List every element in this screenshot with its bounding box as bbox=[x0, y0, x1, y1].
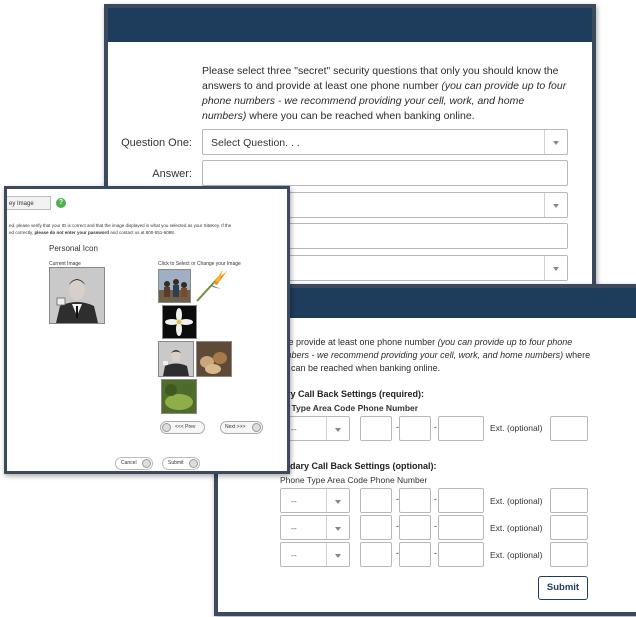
ext-label: Ext. (optional) bbox=[490, 550, 543, 560]
area-code-input[interactable] bbox=[360, 515, 392, 540]
white-flower-image bbox=[163, 306, 196, 338]
next-label: Next >>> bbox=[225, 424, 246, 430]
chevron-down-icon bbox=[335, 427, 341, 432]
secondary-callback-heading: condary Call Back Settings (optional): bbox=[274, 461, 437, 471]
dropdown-button[interactable] bbox=[326, 543, 349, 566]
question-one-value: Select Question. . . bbox=[211, 137, 300, 149]
question-one-label: Question One: bbox=[121, 137, 192, 149]
next-button[interactable]: Next >>> bbox=[220, 421, 263, 434]
sitekey-verification-note: ed, please verify that your ID is correc… bbox=[9, 223, 232, 235]
dropdown-button[interactable] bbox=[326, 417, 349, 440]
cancel-button[interactable]: Cancel bbox=[115, 457, 153, 470]
sitekey-option-image[interactable] bbox=[162, 305, 197, 339]
primary-column-headers: one Type Area Code Phone Number bbox=[274, 403, 419, 413]
check-icon bbox=[189, 459, 198, 468]
chevron-down-icon bbox=[335, 526, 341, 531]
phone-line-input[interactable] bbox=[438, 542, 484, 567]
ext-input[interactable] bbox=[550, 542, 588, 567]
security-questions-intro: Please select three "secret" security qu… bbox=[202, 65, 567, 122]
phone-prefix-input[interactable] bbox=[399, 488, 431, 513]
primary-phone-line-input[interactable] bbox=[438, 416, 484, 441]
sitekey-option-image[interactable] bbox=[196, 341, 232, 377]
close-icon bbox=[142, 459, 151, 468]
phone-prefix-input[interactable] bbox=[399, 515, 431, 540]
answer-label: Answer: bbox=[152, 168, 192, 180]
window-header-bar bbox=[108, 8, 592, 42]
dropdown-button[interactable] bbox=[326, 489, 349, 512]
area-code-input[interactable] bbox=[360, 488, 392, 513]
arrow-left-icon bbox=[162, 423, 171, 432]
current-sitekey-image bbox=[49, 267, 105, 324]
phone-type-value: -- bbox=[291, 424, 297, 434]
primary-phone-prefix-input[interactable] bbox=[399, 416, 431, 441]
secondary-phone-type-select[interactable]: -- bbox=[280, 542, 350, 567]
garden-image bbox=[162, 380, 196, 413]
chevron-down-icon bbox=[335, 553, 341, 558]
ext-label: Ext. (optional) bbox=[490, 496, 543, 506]
primary-area-code-input[interactable] bbox=[360, 416, 392, 441]
submit-button[interactable]: Submit bbox=[538, 576, 588, 600]
dropdown-button[interactable] bbox=[326, 516, 349, 539]
people-image bbox=[159, 270, 190, 302]
chevron-down-icon bbox=[553, 141, 559, 145]
dash-separator: - bbox=[434, 422, 437, 432]
question-one-select[interactable]: Select Question. . . bbox=[202, 129, 568, 155]
sitekey-image-window: ey Image ? ed, please verify that your I… bbox=[4, 186, 290, 474]
phone-type-value: -- bbox=[291, 496, 297, 506]
dropdown-button[interactable] bbox=[544, 256, 567, 280]
ext-input[interactable] bbox=[550, 488, 588, 513]
ext-label: Ext. (optional) bbox=[490, 423, 543, 433]
ext-input[interactable] bbox=[550, 515, 588, 540]
sitekey-submit-button[interactable]: Submit bbox=[162, 457, 200, 470]
chevron-down-icon bbox=[335, 499, 341, 504]
callback-intro: ease provide at least one phone number (… bbox=[274, 337, 591, 373]
prev-button[interactable]: <<< Prev bbox=[160, 421, 205, 434]
cancel-label: Cancel bbox=[121, 460, 137, 466]
phone-prefix-input[interactable] bbox=[399, 542, 431, 567]
dash-separator: - bbox=[434, 494, 437, 504]
ext-label: Ext. (optional) bbox=[490, 523, 543, 533]
area-code-input[interactable] bbox=[360, 542, 392, 567]
submit-label: Submit bbox=[168, 460, 184, 466]
phone-line-input[interactable] bbox=[438, 488, 484, 513]
phone-type-value: -- bbox=[291, 523, 297, 533]
dash-separator: - bbox=[434, 521, 437, 531]
secondary-phone-type-select[interactable]: -- bbox=[280, 515, 350, 540]
answer-one-input[interactable] bbox=[202, 160, 568, 186]
puppies-image bbox=[197, 342, 231, 376]
secondary-column-headers: Phone Type Area Code Phone Number bbox=[280, 475, 428, 485]
help-icon[interactable]: ? bbox=[56, 198, 66, 208]
sitekey-option-image[interactable] bbox=[158, 269, 191, 303]
sitekey-option-image[interactable] bbox=[161, 379, 197, 414]
phone-type-value: -- bbox=[291, 550, 297, 560]
man-with-cup-image bbox=[50, 268, 104, 323]
sitekey-option-image[interactable] bbox=[158, 341, 194, 377]
prev-label: <<< Prev bbox=[175, 424, 196, 430]
personal-icon-heading: Personal Icon bbox=[49, 244, 98, 253]
dropdown-button[interactable] bbox=[544, 130, 567, 154]
primary-callback-heading: mary Call Back Settings (required): bbox=[274, 389, 425, 399]
dash-separator: - bbox=[434, 548, 437, 558]
secondary-phone-type-select[interactable]: -- bbox=[280, 488, 350, 513]
primary-phone-type-select[interactable]: -- bbox=[280, 416, 350, 441]
arrow-right-icon bbox=[252, 423, 261, 432]
chevron-down-icon bbox=[553, 267, 559, 271]
bird-of-paradise-image bbox=[193, 267, 231, 305]
phone-line-input[interactable] bbox=[438, 515, 484, 540]
man-with-cup-image bbox=[159, 342, 193, 376]
chevron-down-icon bbox=[553, 204, 559, 208]
primary-ext-input[interactable] bbox=[550, 416, 588, 441]
tab-sitekey-image[interactable]: ey Image bbox=[7, 196, 51, 210]
sitekey-option-image[interactable] bbox=[193, 267, 231, 305]
dropdown-button[interactable] bbox=[544, 193, 567, 217]
